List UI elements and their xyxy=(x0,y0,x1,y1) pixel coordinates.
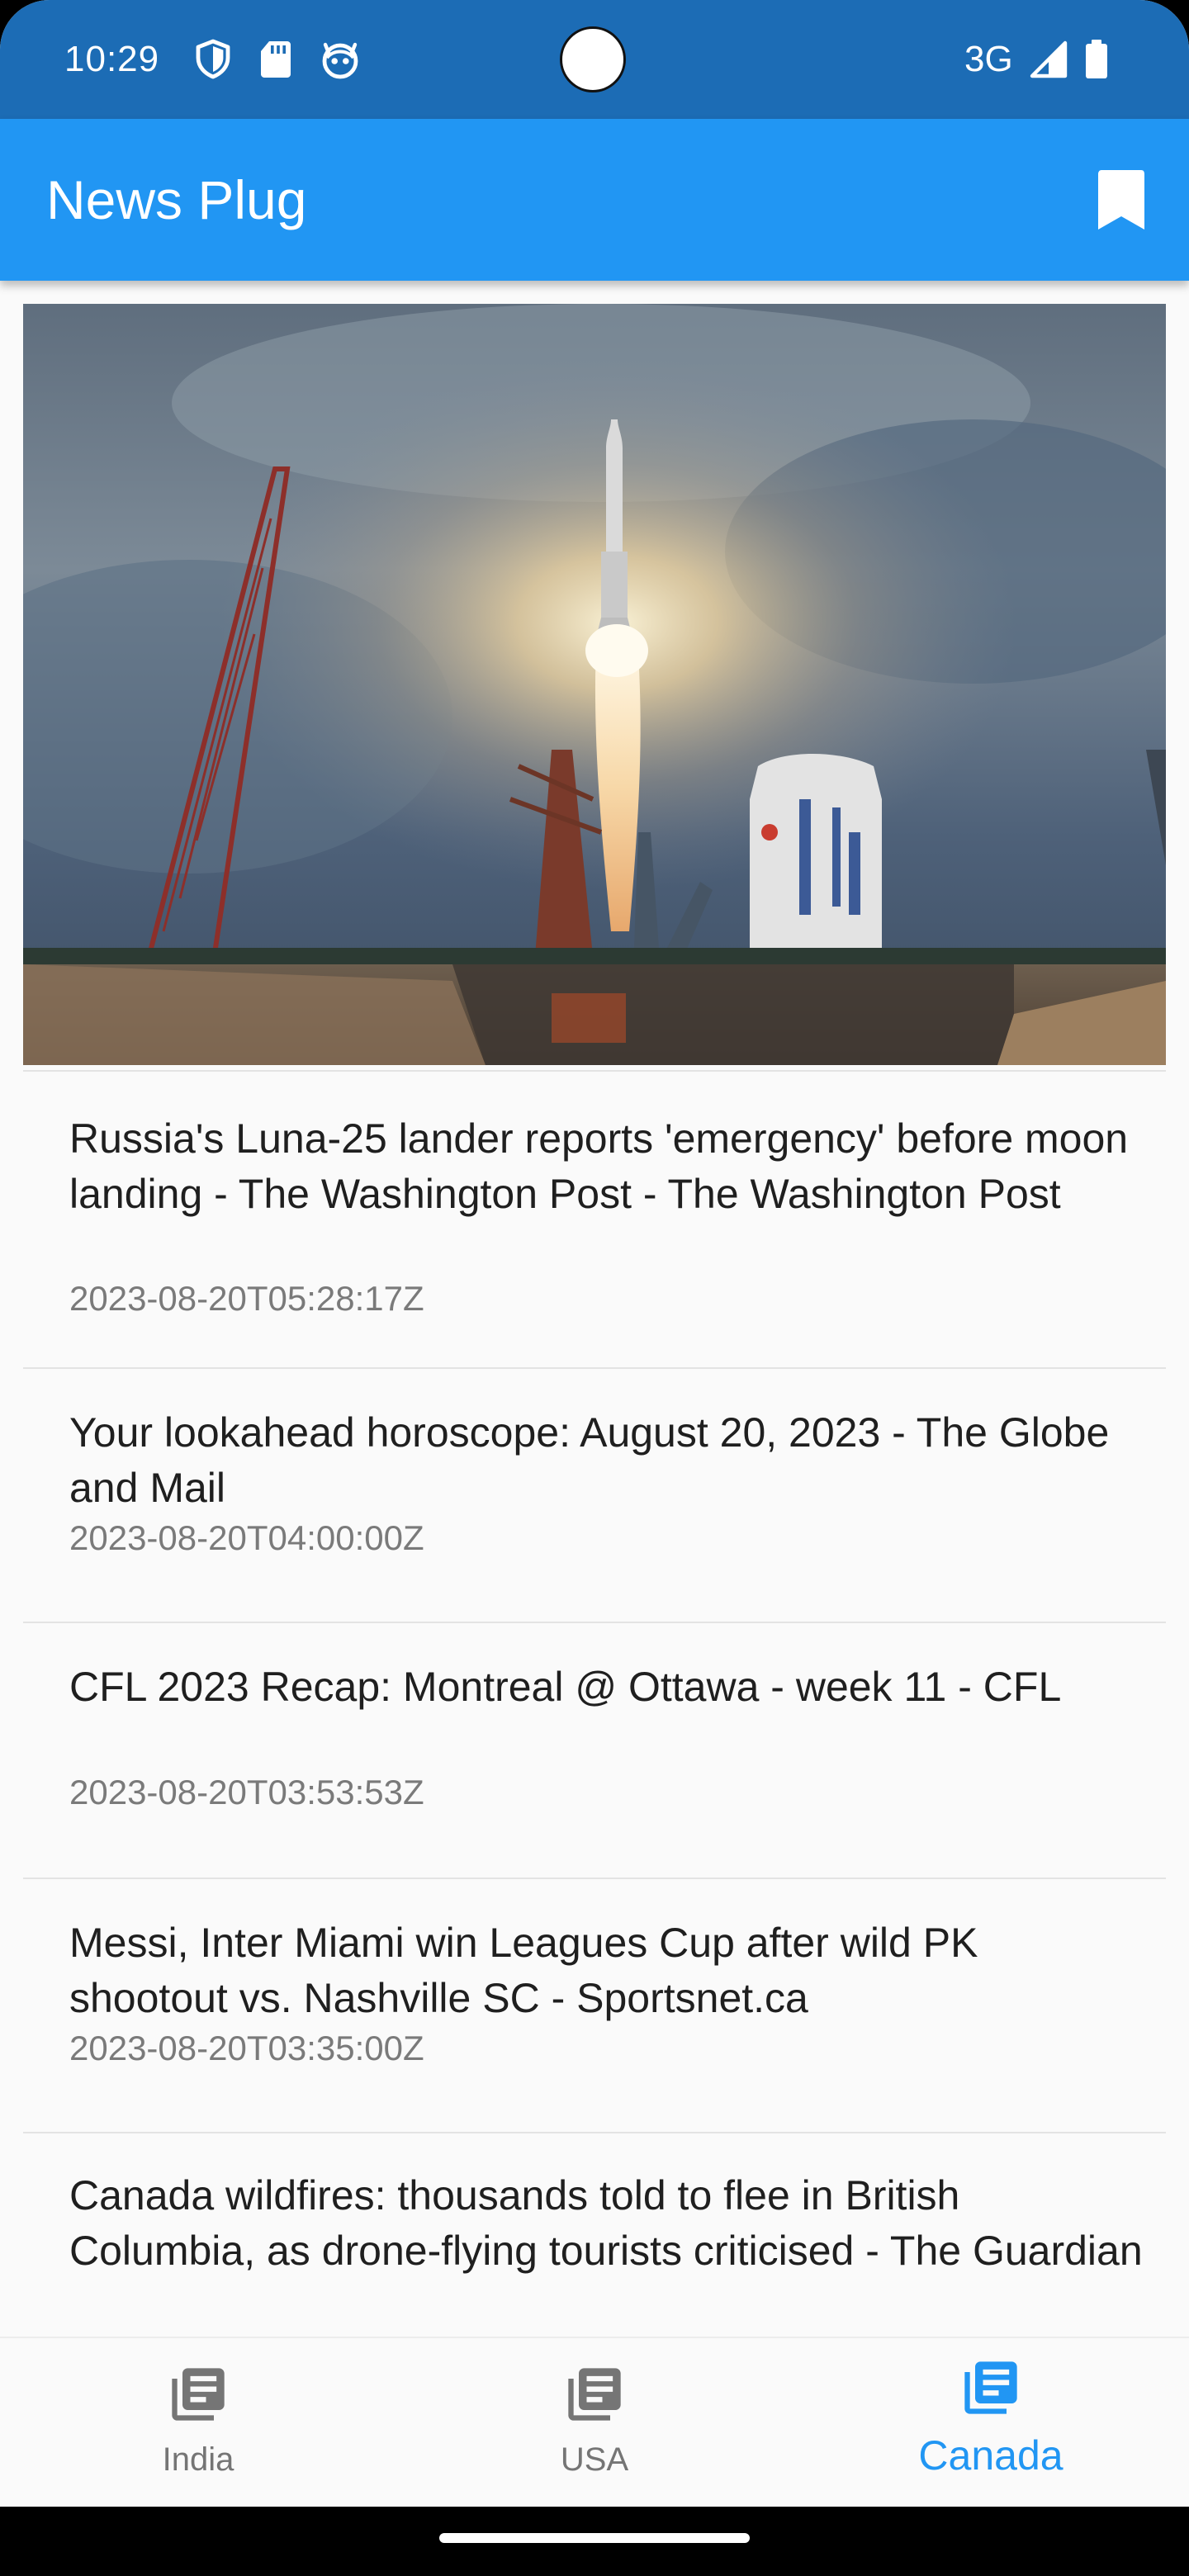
system-navigation-bar xyxy=(0,2507,1189,2576)
status-time: 10:29 xyxy=(64,39,160,79)
newspaper-icon xyxy=(568,2368,621,2421)
article-title: CFL 2023 Recap: Montreal @ Ottawa - week… xyxy=(69,1664,1062,1710)
newspaper-icon xyxy=(964,2361,1017,2414)
article-date: 2023-08-20T05:28:17Z xyxy=(69,1279,424,1318)
bot-face-icon xyxy=(322,42,358,79)
hero-image[interactable] xyxy=(23,304,1166,1065)
status-bar: 10:29 3G xyxy=(0,0,1189,119)
shield-icon xyxy=(196,39,230,79)
news-feed[interactable]: Russia's Luna-25 lander reports 'emergen… xyxy=(0,281,1189,2337)
nav-tab-india[interactable]: India xyxy=(0,2338,396,2508)
article-date: 2023-08-20T03:53:53Z xyxy=(69,1773,424,1811)
battery-icon xyxy=(1086,40,1107,78)
bookmarks-button[interactable] xyxy=(1082,160,1161,239)
newspaper-icon xyxy=(172,2368,225,2421)
article-title: Canada wildfires: thousands told to flee… xyxy=(69,2172,1143,2274)
article-title: Messi, Inter Miami win Leagues Cup after… xyxy=(69,1920,978,2021)
nav-label: USA xyxy=(560,2441,629,2478)
article-item[interactable]: Russia's Luna-25 lander reports 'emergen… xyxy=(23,1072,1166,1351)
nav-label: India xyxy=(162,2441,234,2478)
network-type-label: 3G xyxy=(964,39,1013,79)
article-item[interactable]: Canada wildfires: thousands told to flee… xyxy=(23,2133,1166,2337)
bookmark-icon xyxy=(1098,170,1144,230)
bottom-navigation: India USA Canada xyxy=(0,2337,1189,2507)
article-date: 2023-08-20T04:00:00Z xyxy=(69,1518,424,1557)
signal-icon xyxy=(1030,40,1068,78)
article-title: Russia's Luna-25 lander reports 'emergen… xyxy=(69,1115,1129,1217)
app-bar: News Plug xyxy=(0,119,1189,281)
article-item[interactable]: CFL 2023 Recap: Montreal @ Ottawa - week… xyxy=(23,1623,1166,1878)
nav-label: Canada xyxy=(918,2432,1063,2479)
article-date: 2023-08-20T03:35:00Z xyxy=(69,2029,424,2067)
sd-card-icon xyxy=(261,41,291,78)
nav-tab-canada[interactable]: Canada xyxy=(793,2338,1189,2508)
article-title: Your lookahead horoscope: August 20, 202… xyxy=(69,1409,1110,1511)
nav-tab-usa[interactable]: USA xyxy=(396,2338,793,2508)
app-screen: 10:29 3G News Plug Russia's Luna-25 land… xyxy=(0,0,1189,2576)
app-title: News Plug xyxy=(46,169,307,230)
home-gesture-handle[interactable] xyxy=(439,2533,750,2543)
article-item[interactable]: Messi, Inter Miami win Leagues Cup after… xyxy=(23,1879,1166,2133)
article-item[interactable]: Your lookahead horoscope: August 20, 202… xyxy=(23,1369,1166,1623)
camera-cutout xyxy=(560,26,626,92)
